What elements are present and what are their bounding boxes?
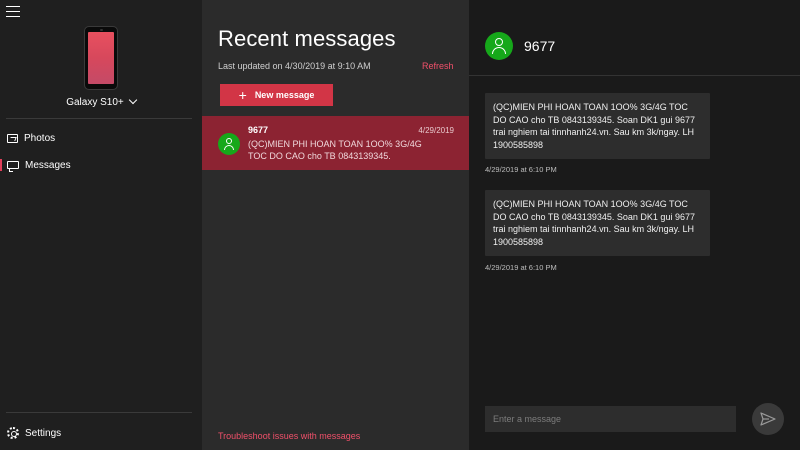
navigation-pane: Galaxy S10+ Photos Messages Settings — [0, 0, 202, 450]
thread-contact-name: 9677 — [524, 38, 556, 54]
send-icon — [760, 412, 776, 426]
plus-icon: + — [238, 87, 247, 103]
nav-divider-top — [6, 118, 192, 119]
nav-item-settings[interactable]: Settings — [0, 420, 202, 446]
device-selector[interactable]: Galaxy S10+ — [0, 95, 202, 108]
nav-item-photos[interactable]: Photos — [0, 125, 202, 151]
new-message-label: New message — [254, 90, 315, 100]
gear-icon — [7, 427, 19, 439]
hamburger-menu-icon[interactable] — [6, 6, 20, 18]
page-title: Recent messages — [218, 26, 396, 51]
message-thread-pane: 9677 (QC)MIEN PHI HOAN TOAN 1OO% 3G/4G T… — [469, 0, 800, 450]
message-timestamp: 4/29/2019 at 6:10 PM — [485, 263, 557, 272]
last-updated-text: Last updated on 4/30/2019 at 9:10 AM — [218, 61, 371, 71]
send-button[interactable] — [752, 403, 784, 435]
nav-divider-bottom — [6, 412, 192, 413]
troubleshoot-link[interactable]: Troubleshoot issues with messages — [218, 431, 360, 441]
chevron-down-icon — [128, 95, 138, 105]
conversation-list-pane: Recent messages Last updated on 4/30/201… — [202, 0, 469, 450]
conversation-item[interactable]: 9677 4/29/2019 (QC)MIEN PHI HOAN TOAN 1O… — [202, 116, 469, 170]
message-bubble[interactable]: (QC)MIEN PHI HOAN TOAN 1OO% 3G/4G TOC DO… — [485, 190, 710, 256]
new-message-button[interactable]: + New message — [220, 84, 333, 106]
refresh-link[interactable]: Refresh — [422, 61, 454, 71]
conversation-date: 4/29/2019 — [418, 126, 454, 135]
message-input[interactable] — [485, 406, 736, 432]
phone-image — [84, 26, 118, 90]
nav-item-label: Photos — [24, 132, 56, 144]
conversation-preview: (QC)MIEN PHI HOAN TOAN 1OO% 3G/4G TOC DO… — [248, 139, 422, 161]
message-bubble[interactable]: (QC)MIEN PHI HOAN TOAN 1OO% 3G/4G TOC DO… — [485, 93, 710, 159]
photos-icon — [7, 133, 18, 143]
thread-header: 9677 — [469, 0, 800, 76]
nav-item-label: Messages — [25, 159, 71, 171]
contact-avatar-icon — [218, 133, 240, 155]
conversation-name: 9677 — [248, 125, 269, 135]
messages-icon — [7, 161, 19, 172]
device-name: Galaxy S10+ — [66, 97, 124, 108]
message-timestamp: 4/29/2019 at 6:10 PM — [485, 165, 557, 174]
nav-item-messages[interactable]: Messages — [0, 152, 202, 178]
contact-avatar-icon — [485, 32, 513, 60]
nav-item-label: Settings — [25, 427, 62, 439]
